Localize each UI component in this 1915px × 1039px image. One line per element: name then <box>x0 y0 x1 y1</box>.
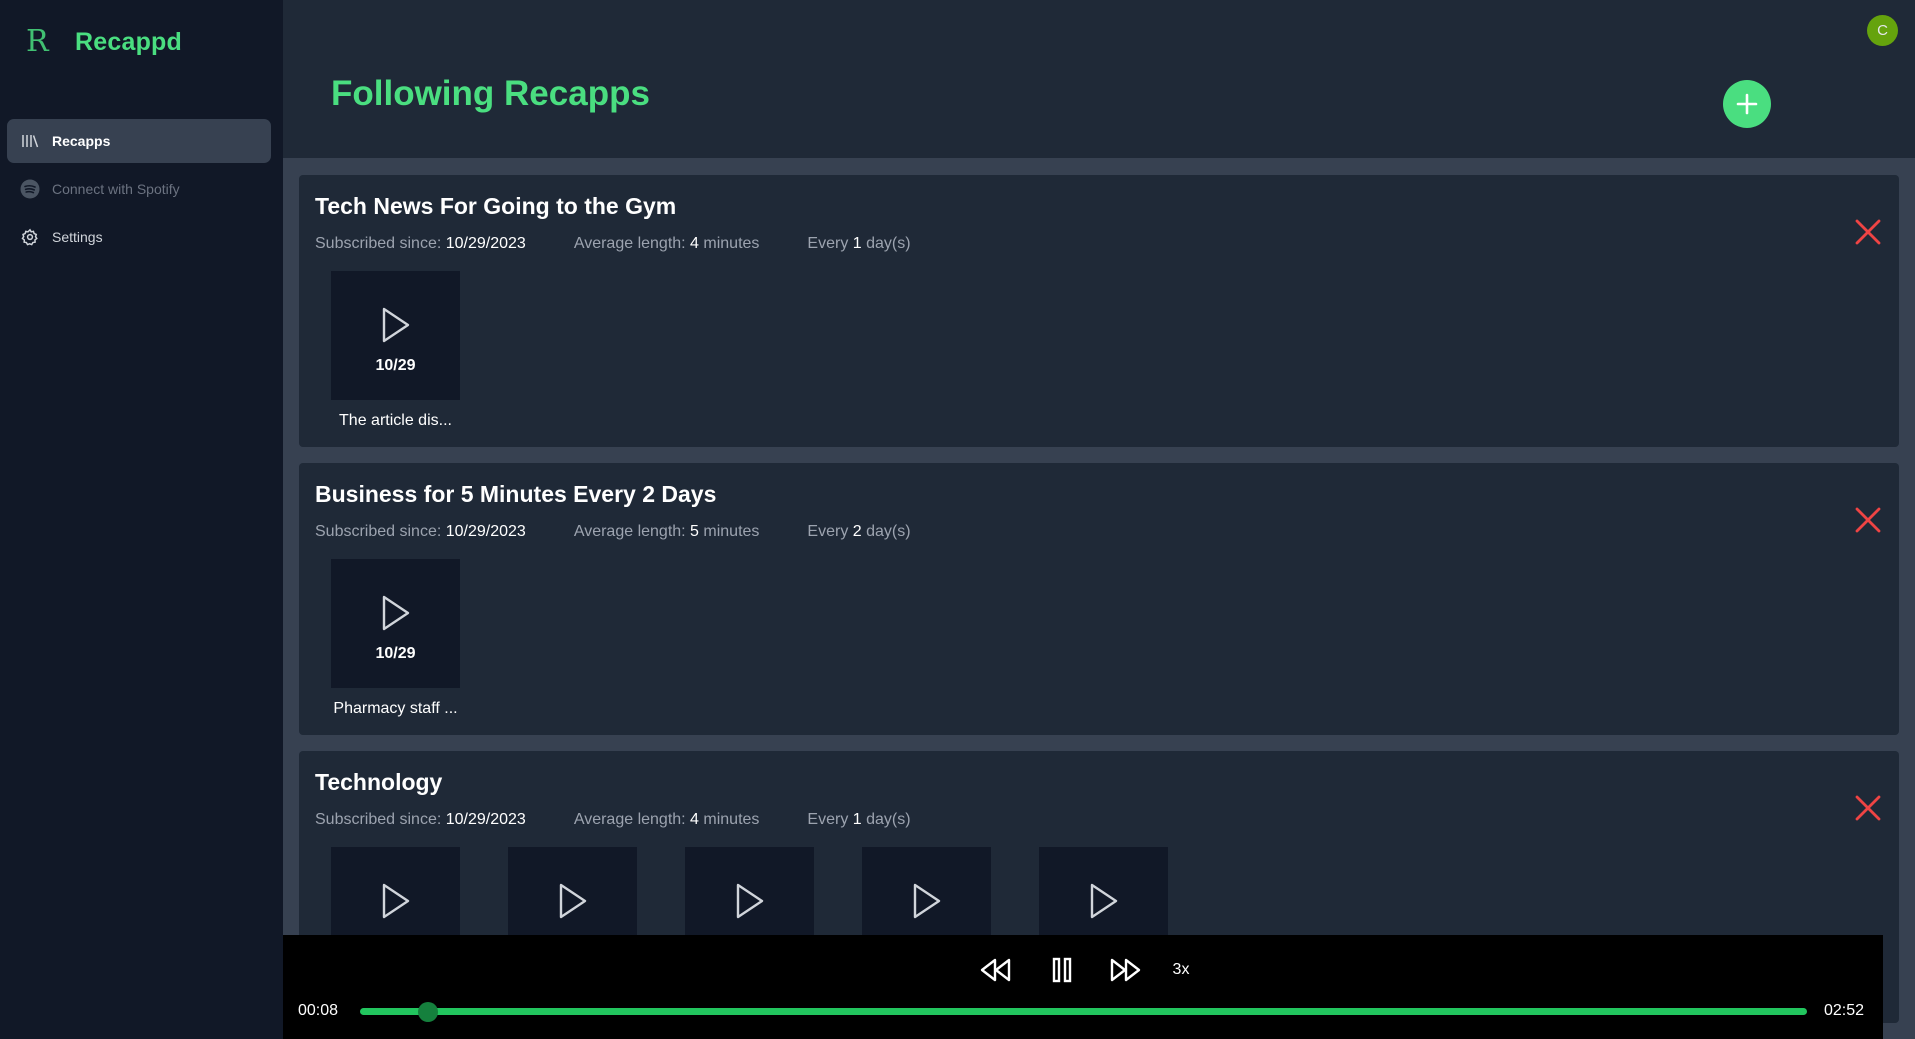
fast-forward-button[interactable] <box>1105 953 1145 987</box>
episode-caption: The article dis... <box>339 412 452 429</box>
average-length: Average length: 4 minutes <box>573 235 760 252</box>
recapp-card: Business for 5 Minutes Every 2 Days Subs… <box>299 463 1899 735</box>
unfollow-button[interactable] <box>1853 505 1883 535</box>
play-icon <box>736 883 764 919</box>
plus-icon <box>1736 93 1758 115</box>
rewind-button[interactable] <box>976 953 1016 987</box>
episode-item[interactable]: 10/29 Pharmacy staff ... <box>331 559 460 718</box>
frequency: Every 2 day(s) <box>807 523 911 540</box>
library-icon <box>20 131 40 151</box>
total-time: 02:52 <box>1824 1002 1865 1019</box>
episode-thumbnail: 10/29 <box>331 271 460 400</box>
sidebar-item-recapps[interactable]: Recapps <box>7 119 271 163</box>
add-recapp-button[interactable] <box>1723 80 1771 128</box>
fast-forward-icon <box>1110 958 1141 982</box>
close-icon <box>1855 795 1881 821</box>
recapp-title: Business for 5 Minutes Every 2 Days <box>315 481 717 507</box>
play-icon <box>382 307 410 343</box>
episode-item[interactable]: 10/29 The article dis... <box>331 271 460 430</box>
close-icon <box>1855 219 1881 245</box>
unfollow-button[interactable] <box>1853 217 1883 247</box>
rewind-icon <box>980 958 1011 982</box>
pause-button[interactable] <box>1045 953 1079 987</box>
subscribed-since: Subscribed since: 10/29/2023 <box>315 811 526 828</box>
playback-speed-button[interactable]: 3x <box>1166 953 1196 987</box>
brand[interactable]: R Recappd <box>26 26 182 58</box>
main-area: Following Recapps C Tech News For Going … <box>283 0 1915 1039</box>
sidebar: R Recappd Recapps Connect with Spotify S… <box>0 0 283 1039</box>
unfollow-button[interactable] <box>1853 793 1883 823</box>
play-icon <box>559 883 587 919</box>
recapp-title: Tech News For Going to the Gym <box>315 193 677 219</box>
sidebar-item-settings[interactable]: Settings <box>7 215 271 259</box>
average-length: Average length: 5 minutes <box>573 523 760 540</box>
progress-bar[interactable] <box>360 1002 1807 1022</box>
recapp-card: Tech News For Going to the Gym Subscribe… <box>299 175 1899 447</box>
gear-icon <box>20 227 40 247</box>
close-icon <box>1855 507 1881 533</box>
brand-logo: R <box>26 24 49 59</box>
play-icon <box>382 595 410 631</box>
frequency: Every 1 day(s) <box>807 235 911 252</box>
play-icon <box>913 883 941 919</box>
page-title: Following Recapps <box>331 74 650 113</box>
subscribed-since: Subscribed since: 10/29/2023 <box>315 235 526 252</box>
pause-icon <box>1052 957 1072 983</box>
episode-list: 10/29 The article dis... <box>331 271 508 430</box>
episode-date: 10/29 <box>375 645 416 662</box>
sidebar-item-label: Settings <box>52 229 103 245</box>
episode-thumbnail: 10/29 <box>331 559 460 688</box>
progress-handle[interactable] <box>418 1002 438 1022</box>
player-controls: 3x <box>283 953 1883 987</box>
recapp-title: Technology <box>315 769 443 795</box>
sidebar-nav: Recapps Connect with Spotify Settings <box>7 119 271 263</box>
frequency: Every 1 day(s) <box>807 811 911 828</box>
sidebar-item-label: Connect with Spotify <box>52 181 180 197</box>
episode-date: 10/29 <box>375 357 416 374</box>
page-header: Following Recapps C <box>283 0 1915 158</box>
subscribed-since: Subscribed since: 10/29/2023 <box>315 523 526 540</box>
sidebar-item-spotify[interactable]: Connect with Spotify <box>7 167 271 211</box>
episode-caption: Pharmacy staff ... <box>333 700 458 717</box>
average-length: Average length: 4 minutes <box>573 811 760 828</box>
recapp-meta: Subscribed since: 10/29/2023 Average len… <box>315 523 959 541</box>
audio-player: 3x 00:08 02:52 <box>283 935 1883 1039</box>
current-time: 00:08 <box>298 1002 339 1019</box>
episode-list: 10/29 Pharmacy staff ... <box>331 559 508 718</box>
sidebar-item-label: Recapps <box>52 133 111 149</box>
recapp-meta: Subscribed since: 10/29/2023 Average len… <box>315 811 959 829</box>
recapps-list: Tech News For Going to the Gym Subscribe… <box>283 158 1915 1039</box>
avatar[interactable]: C <box>1867 15 1898 46</box>
recapp-meta: Subscribed since: 10/29/2023 Average len… <box>315 235 959 253</box>
play-icon <box>382 883 410 919</box>
brand-name: Recappd <box>75 27 182 56</box>
play-icon <box>1090 883 1118 919</box>
spotify-icon <box>20 179 40 199</box>
